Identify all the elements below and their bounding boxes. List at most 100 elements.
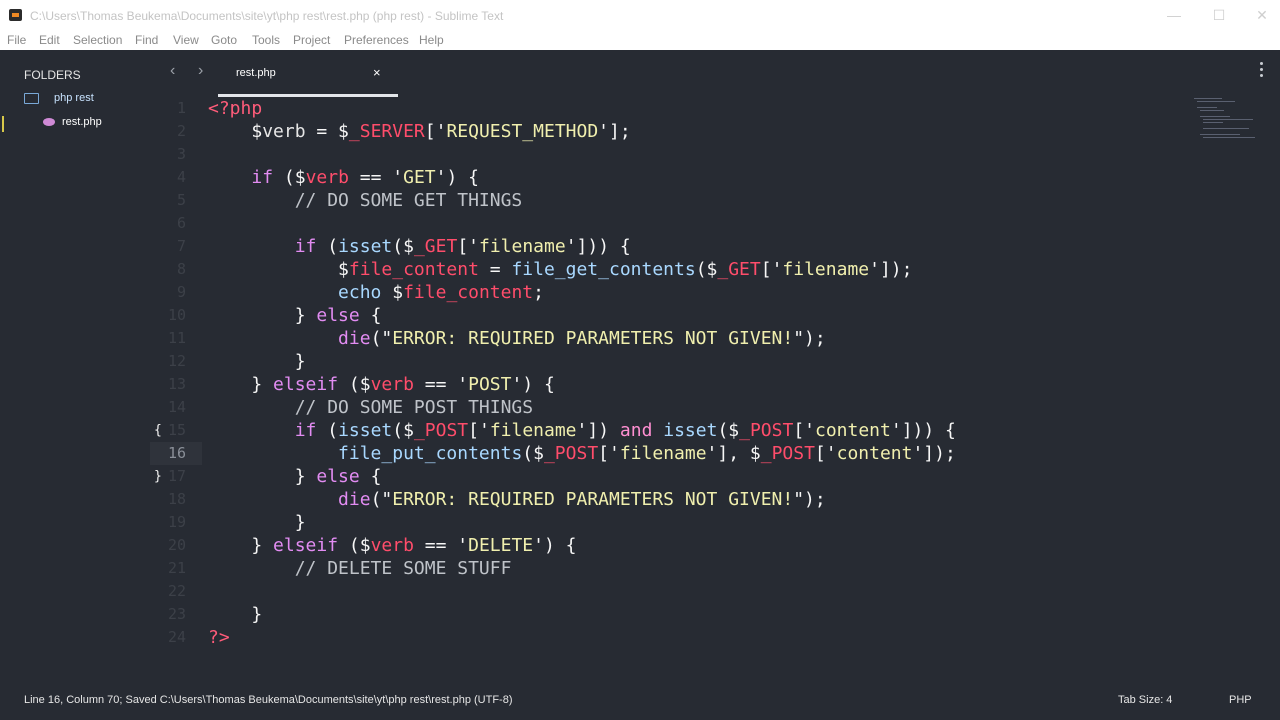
file-indicator [2, 116, 4, 132]
code-token: and [619, 420, 653, 441]
code-token: content [836, 443, 913, 464]
code-token: filename [479, 236, 566, 257]
code-line[interactable]: 5 // DO SOME GET THINGS [150, 189, 1190, 212]
line-number: 19 [167, 513, 186, 531]
code-line[interactable]: 22 [150, 580, 1190, 603]
line-number: 9 [176, 283, 186, 301]
code-token: ($ [717, 420, 740, 441]
code-line[interactable]: 17} } else { [150, 465, 1190, 488]
code-text: if (isset($_GET['filename'])) { [208, 235, 631, 258]
code-line[interactable]: 23 } [150, 603, 1190, 626]
close-window-button[interactable]: ✕ [1252, 6, 1272, 24]
code-token: _POST [739, 420, 794, 441]
code-text: } [208, 350, 306, 373]
menu-find[interactable]: Find [135, 33, 158, 47]
line-number: 7 [176, 237, 186, 255]
code-token: file_content [403, 282, 534, 303]
code-line[interactable]: 6 [150, 212, 1190, 235]
menu-goto[interactable]: Goto [211, 33, 237, 47]
menu-project[interactable]: Project [293, 33, 330, 47]
code-token: ($ [392, 420, 414, 441]
code-line[interactable]: 18 die("ERROR: REQUIRED PARAMETERS NOT G… [150, 488, 1190, 511]
code-line[interactable]: 19 } [150, 511, 1190, 534]
code-token: file_get_contents [511, 259, 696, 280]
code-token: $ [381, 282, 404, 303]
code-token: ']; [598, 121, 631, 142]
line-number: 1 [176, 99, 186, 117]
tab-close-icon[interactable]: × [373, 65, 381, 80]
maximize-button[interactable]: ☐ [1209, 6, 1229, 24]
fold-marker-icon[interactable]: } [154, 465, 162, 488]
code-token: [' [760, 259, 783, 280]
sidebar-folder-php-rest[interactable]: php rest [54, 92, 94, 104]
menu-file[interactable]: File [7, 33, 26, 47]
line-number: 23 [167, 605, 186, 623]
code-line[interactable]: 14 // DO SOME POST THINGS [150, 396, 1190, 419]
sidebar-file-rest-php[interactable]: rest.php [62, 116, 102, 128]
tab-rest-php[interactable]: rest.php × [218, 58, 398, 97]
tab-size-button[interactable]: Tab Size: 4 [1118, 694, 1172, 706]
code-line[interactable]: 15{ if (isset($_POST['filename']) and is… [150, 419, 1190, 442]
folder-icon[interactable] [24, 93, 39, 104]
minimap[interactable] [1192, 96, 1258, 142]
code-token: verb [370, 535, 414, 556]
code-token: elseif [273, 535, 339, 556]
code-line[interactable]: 4 if ($verb == 'GET') { [150, 166, 1190, 189]
sidebar: FOLDERS php rest rest.php [0, 50, 150, 688]
menu-selection[interactable]: Selection [73, 33, 122, 47]
menu-edit[interactable]: Edit [39, 33, 60, 47]
code-token: [' [793, 420, 815, 441]
code-token: } [208, 604, 263, 625]
menu-tools[interactable]: Tools [252, 33, 280, 47]
code-token: die [338, 489, 371, 510]
code-text: if ($verb == 'GET') { [208, 166, 479, 189]
code-token: content [815, 420, 891, 441]
code-line[interactable]: 9 echo $file_content; [150, 281, 1190, 304]
menu-bar: File Edit Selection Find View Goto Tools… [0, 32, 1280, 50]
code-line[interactable]: 7 if (isset($_GET['filename'])) { [150, 235, 1190, 258]
tab-menu-icon[interactable] [1260, 62, 1264, 80]
nav-back-icon[interactable]: ‹ [170, 62, 175, 80]
code-text: // DELETE SOME STUFF [208, 557, 512, 580]
line-number: 10 [167, 306, 186, 324]
code-line[interactable]: 1 <?php [150, 97, 1190, 120]
code-text: if (isset($_POST['filename']) and isset(… [208, 419, 956, 442]
code-line[interactable]: 8 $file_content = file_get_contents($_GE… [150, 258, 1190, 281]
code-token: ']) [576, 420, 620, 441]
menu-help[interactable]: Help [419, 33, 444, 47]
minimize-button[interactable]: — [1164, 6, 1184, 24]
code-line[interactable]: 10 } else { [150, 304, 1190, 327]
code-line[interactable]: 11 die("ERROR: REQUIRED PARAMETERS NOT G… [150, 327, 1190, 350]
fold-marker-icon[interactable]: { [154, 419, 162, 442]
nav-forward-icon[interactable]: › [198, 62, 203, 80]
code-editor[interactable]: 1 <?php 2 $verb = $_SERVER['REQUEST_METHOD… [150, 96, 1190, 688]
code-line[interactable]: 3 [150, 143, 1190, 166]
code-token: ($ [273, 167, 306, 188]
code-line[interactable]: 21 // DELETE SOME STUFF [150, 557, 1190, 580]
code-text: die("ERROR: REQUIRED PARAMETERS NOT GIVE… [208, 327, 826, 350]
code-token: POST [468, 374, 512, 395]
line-number: 2 [176, 122, 186, 140]
code-text: } [208, 603, 262, 626]
menu-view[interactable]: View [173, 33, 199, 47]
window-title: C:\Users\Thomas Beukema\Documents\site\y… [30, 9, 504, 23]
line-number: 6 [176, 214, 186, 232]
code-token: '], $ [706, 443, 761, 464]
code-line[interactable]: 12 } [150, 350, 1190, 373]
code-token: [' [468, 420, 490, 441]
code-token: file_content [348, 259, 479, 280]
code-line[interactable]: 13 } elseif ($verb == 'POST') { [150, 373, 1190, 396]
code-token: if [251, 167, 274, 188]
code-line[interactable]: 24 ?> [150, 626, 1190, 649]
code-line[interactable]: 16 file_put_contents($_POST['filename'],… [150, 442, 1190, 465]
code-token: ( [316, 420, 339, 441]
syntax-button[interactable]: PHP [1229, 694, 1252, 706]
code-token: die [338, 328, 371, 349]
menu-preferences[interactable]: Preferences [344, 33, 409, 47]
code-token: _POST [760, 443, 815, 464]
code-line[interactable]: 20 } elseif ($verb == 'DELETE') { [150, 534, 1190, 557]
code-line[interactable]: 2 $verb = $_SERVER['REQUEST_METHOD']; [150, 120, 1190, 143]
